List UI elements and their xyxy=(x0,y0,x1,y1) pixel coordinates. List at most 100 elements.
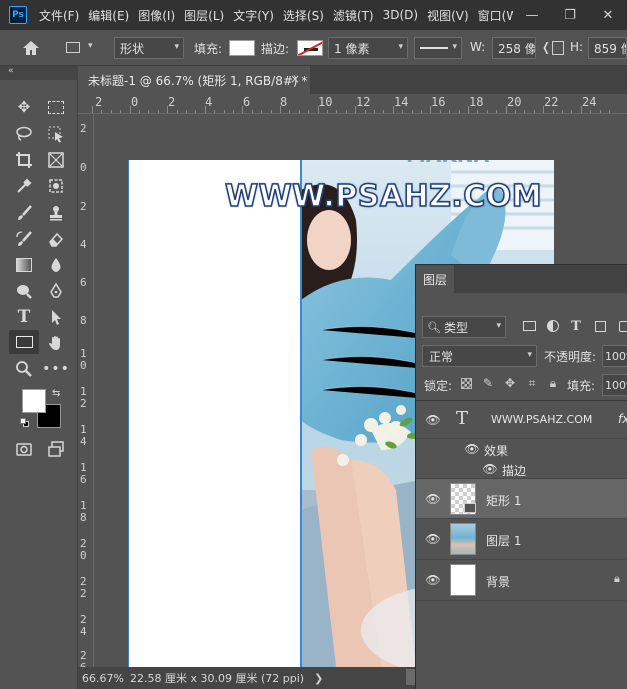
history-brush-tool-icon[interactable] xyxy=(12,228,36,250)
menu-image[interactable]: 图像(I) xyxy=(138,7,175,24)
visibility-eye-icon[interactable]: 👁︎ xyxy=(425,572,441,588)
menu-file[interactable]: 文件(F) xyxy=(39,7,79,24)
ruler-tick xyxy=(261,110,263,113)
layer-row-rectangle[interactable]: 👁︎ 矩形 1 xyxy=(416,479,627,519)
type-tool-icon[interactable]: T xyxy=(12,306,36,328)
tool-preset-picker[interactable]: ▾ xyxy=(64,38,100,58)
move-tool-icon[interactable]: ✥ xyxy=(12,96,36,118)
eraser-tool-icon[interactable] xyxy=(44,228,68,250)
ruler-tick xyxy=(439,110,441,113)
fill-swatch[interactable] xyxy=(229,40,255,56)
lock-all-icon[interactable]: 🔒︎ xyxy=(545,375,561,391)
ruler-tick xyxy=(496,110,498,113)
width-input[interactable]: 258 像 xyxy=(492,37,536,59)
lock-artboard-icon[interactable]: ⌗ xyxy=(524,375,540,391)
menu-view[interactable]: 视图(V) xyxy=(427,7,469,24)
menu-edit[interactable]: 编辑(E) xyxy=(88,7,129,24)
path-selection-tool-icon[interactable] xyxy=(44,306,68,328)
swap-colors-icon[interactable]: ⇆ xyxy=(52,388,60,399)
link-dimensions-icon[interactable]: ❬ xyxy=(541,40,551,54)
ruler-label: 2 2 xyxy=(80,575,87,600)
ruler-tick xyxy=(157,110,159,113)
lasso-tool-icon[interactable] xyxy=(12,123,36,145)
layer-fill-input[interactable]: 100% xyxy=(602,374,627,396)
spot-healing-tool-icon[interactable] xyxy=(44,175,68,197)
menu-filter[interactable]: 滤镜(T) xyxy=(333,7,374,24)
layer-row-photo[interactable]: 👁︎ 图层 1 xyxy=(416,519,627,560)
ruler-tick xyxy=(167,106,169,113)
stroke-effect-row[interactable]: 👁︎ 描边 xyxy=(416,459,627,479)
close-button[interactable]: ✕ xyxy=(589,0,627,30)
ruler-tick xyxy=(214,110,216,113)
gradient-tool-icon[interactable] xyxy=(12,254,36,276)
more-tools-icon[interactable]: ••• xyxy=(42,358,69,380)
pen-tool-icon[interactable] xyxy=(44,280,68,302)
width-label: W: xyxy=(470,40,486,54)
stamp-tool-icon[interactable] xyxy=(44,202,68,224)
type-filter-icon[interactable]: T xyxy=(567,317,585,335)
layer-row-background[interactable]: 👁︎ 背景 🔒︎ xyxy=(416,560,627,601)
menu-select[interactable]: 选择(S) xyxy=(283,7,324,24)
visibility-eye-icon[interactable]: 👁︎ xyxy=(425,412,441,428)
eyedropper-tool-icon[interactable] xyxy=(12,175,36,197)
document-size-info: 22.58 厘米 x 30.09 厘米 (72 ppi) xyxy=(130,672,305,685)
ruler-tick xyxy=(392,106,394,113)
lock-position-icon[interactable]: ✥ xyxy=(502,375,518,391)
menu-3d[interactable]: 3D(D) xyxy=(383,8,418,22)
rectangle-tool-icon[interactable] xyxy=(9,330,39,354)
shape-mode-select[interactable]: 形状 ▾ xyxy=(114,37,184,59)
shape-filter-icon[interactable] xyxy=(591,317,609,335)
foreground-color-swatch[interactable] xyxy=(22,389,46,413)
brush-tool-icon[interactable] xyxy=(12,202,36,224)
stroke-width-select[interactable]: 1 像素 ▾ xyxy=(328,37,408,59)
ruler-label: 10 xyxy=(318,95,333,109)
quick-mask-icon[interactable] xyxy=(12,438,36,460)
menu-type[interactable]: 文字(Y) xyxy=(233,7,274,24)
effects-label: 效果 xyxy=(484,444,509,458)
default-colors-icon[interactable] xyxy=(20,418,30,428)
visibility-eye-icon[interactable]: 👁︎ xyxy=(425,531,441,547)
layer-effects-row[interactable]: 👁︎ 效果 xyxy=(416,439,627,459)
visibility-eye-icon[interactable]: 👁︎ xyxy=(482,461,498,477)
frame-tool-icon[interactable] xyxy=(44,149,68,171)
ruler-tick xyxy=(129,106,131,113)
adjustment-filter-icon[interactable] xyxy=(544,317,562,335)
smart-object-filter-icon[interactable] xyxy=(615,317,627,335)
ruler-label: 4 xyxy=(80,238,87,251)
opacity-input[interactable]: 100% xyxy=(602,345,627,367)
blend-mode-select[interactable]: 正常 ▾ xyxy=(422,345,537,367)
stroke-swatch[interactable] xyxy=(297,40,323,56)
layers-tab[interactable]: 图层 xyxy=(416,265,454,293)
visibility-eye-icon[interactable]: 👁︎ xyxy=(464,441,480,457)
ruler-tick xyxy=(580,106,582,113)
collapse-toolbar-button[interactable]: « xyxy=(0,66,78,80)
lock-transparent-pixels-icon[interactable] xyxy=(458,375,474,391)
layer-row-text[interactable]: 👁︎ T WWW.PSAHZ.COM fx xyxy=(416,401,627,439)
layer-filter-select[interactable]: 🔍︎ 类型 ▾ xyxy=(422,316,506,338)
ruler-label: 14 xyxy=(394,95,409,109)
blur-tool-icon[interactable] xyxy=(44,254,68,276)
zoom-level[interactable]: 66.67% xyxy=(78,672,124,685)
restore-button[interactable]: ❐ xyxy=(551,0,589,30)
document-tab[interactable]: 未标题-1 @ 66.7% (矩形 1, RGB/8#) * × xyxy=(78,66,310,94)
pixel-filter-icon[interactable] xyxy=(520,317,538,335)
layer-thumbnail xyxy=(450,523,476,555)
white-rectangle-shape[interactable] xyxy=(128,160,301,667)
screen-mode-icon[interactable] xyxy=(44,438,68,460)
dodge-tool-icon[interactable] xyxy=(12,280,36,302)
minimize-button[interactable]: — xyxy=(513,0,551,30)
menu-layer[interactable]: 图层(L) xyxy=(184,7,224,24)
marquee-tool-icon[interactable] xyxy=(44,96,68,118)
visibility-eye-icon[interactable]: 👁︎ xyxy=(425,491,441,507)
lock-image-pixels-icon[interactable]: ✎ xyxy=(480,375,496,391)
zoom-tool-icon[interactable] xyxy=(12,358,36,380)
hand-tool-icon[interactable] xyxy=(44,332,68,354)
fx-icon[interactable]: fx xyxy=(618,412,627,426)
stroke-type-select[interactable]: ▾ xyxy=(414,37,462,59)
crop-tool-icon[interactable] xyxy=(12,149,36,171)
height-input[interactable]: 859 像 xyxy=(588,37,627,59)
object-selection-tool-icon[interactable] xyxy=(44,123,68,145)
home-icon[interactable] xyxy=(20,38,42,58)
close-tab-icon[interactable]: × xyxy=(290,72,300,86)
status-menu-arrow-icon[interactable]: ❯ xyxy=(314,672,323,685)
